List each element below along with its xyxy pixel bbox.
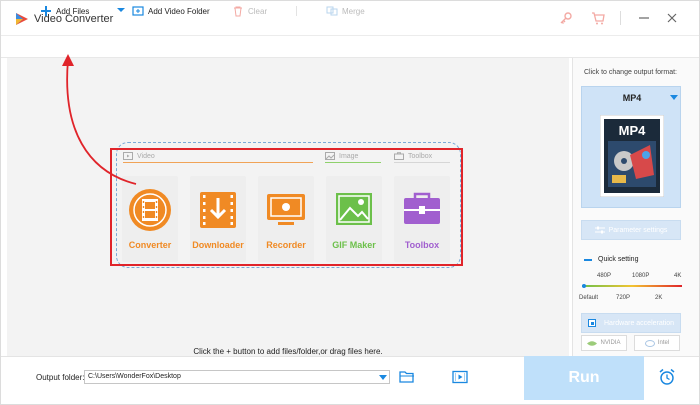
output-format-name: MP4 xyxy=(622,93,642,103)
image-group-icon xyxy=(325,152,335,160)
run-button[interactable]: Run xyxy=(524,356,644,400)
quality-2k: 2K xyxy=(655,295,663,301)
add-files-button[interactable]: Add Files xyxy=(40,3,89,19)
titlebar-separator xyxy=(620,11,621,25)
cart-icon[interactable] xyxy=(590,10,606,26)
hardware-acceleration-checkbox[interactable] xyxy=(588,319,596,327)
group-line-image xyxy=(325,162,381,163)
downloader-label: Downloader xyxy=(192,240,244,250)
mp4-format-icon: MP4 xyxy=(600,115,664,197)
alarm-clock-icon[interactable] xyxy=(658,368,676,386)
toolbox-group-icon xyxy=(394,152,404,160)
quality-720p: 720P xyxy=(616,295,631,301)
hardware-acceleration-label: Hardware acceleration xyxy=(604,319,675,327)
image-icon xyxy=(336,193,372,225)
recorder-tool[interactable]: Recorder xyxy=(258,176,314,262)
plus-icon xyxy=(41,6,51,16)
clear-button[interactable]: Clear xyxy=(232,3,267,19)
settings-sliders-icon xyxy=(594,226,605,234)
add-video-folder-button[interactable]: Add Video Folder xyxy=(132,3,210,19)
intel-icon xyxy=(644,339,655,347)
chevron-down-icon[interactable] xyxy=(379,375,387,381)
minimize-button[interactable] xyxy=(636,10,652,26)
gif-maker-tool[interactable]: GIF Maker xyxy=(326,176,382,262)
intel-label: Intel xyxy=(657,340,670,346)
output-format-selector[interactable]: MP4 MP4 xyxy=(581,86,681,208)
toolbar-separator xyxy=(296,6,297,16)
quality-4k: 4K xyxy=(674,273,682,279)
output-format-prompt: Click to change output format: xyxy=(584,69,677,76)
downloader-tool[interactable]: Downloader xyxy=(190,176,246,262)
converter-label: Converter xyxy=(128,240,172,250)
toolbox-tool[interactable]: Toolbox xyxy=(394,176,450,262)
group-label-image: Image xyxy=(325,152,358,160)
hardware-acceleration-toggle[interactable]: Hardware acceleration xyxy=(581,313,681,333)
group-label-toolbox-text: Toolbox xyxy=(408,152,433,160)
intel-button[interactable]: Intel xyxy=(634,335,680,351)
recorder-label: Recorder xyxy=(266,240,306,250)
merge-button[interactable]: Merge xyxy=(326,3,365,19)
annotation-arrow xyxy=(62,54,137,185)
nvidia-button[interactable]: NVIDIA xyxy=(581,335,627,351)
add-files-dropdown-icon[interactable] xyxy=(116,5,126,15)
group-label-toolbox: Toolbox xyxy=(394,152,432,160)
merge-icon xyxy=(326,6,338,16)
download-icon xyxy=(200,192,236,228)
output-folder-input[interactable]: C:\Users\WonderFox\Desktop xyxy=(84,370,390,384)
add-files-label: Add Files xyxy=(56,6,90,16)
parameter-settings-label: Parameter settings xyxy=(608,226,668,234)
screen-record-icon xyxy=(267,194,305,225)
quality-480p: 480P xyxy=(597,273,612,279)
quick-setting-marker xyxy=(584,258,592,261)
group-label-image-text: Image xyxy=(339,152,359,160)
quality-1080p: 1080P xyxy=(632,273,650,279)
app-logo-icon xyxy=(16,13,28,25)
drop-hint: Click the + button to add files/folder,o… xyxy=(193,347,383,356)
key-icon[interactable] xyxy=(558,10,574,26)
parameter-settings-button[interactable]: Parameter settings xyxy=(581,220,681,240)
nvidia-label: NVIDIA xyxy=(600,340,621,346)
quick-setting-heading: Quick setting xyxy=(584,256,638,263)
mp4-thumb-text: MP4 xyxy=(619,123,647,138)
add-video-folder-label: Add Video Folder xyxy=(148,6,210,16)
output-folder-label: Output folder: xyxy=(36,373,85,382)
output-media-folder-icon[interactable] xyxy=(452,370,468,384)
close-button[interactable] xyxy=(664,10,680,26)
toolbox-label: Toolbox xyxy=(404,240,440,250)
quality-slider[interactable] xyxy=(582,284,682,288)
folder-add-icon xyxy=(132,6,144,16)
group-line-video xyxy=(123,162,313,163)
trash-icon xyxy=(234,6,242,17)
group-line-toolbox xyxy=(394,162,450,163)
gif-maker-label: GIF Maker xyxy=(332,240,376,250)
quality-default: Default xyxy=(579,295,599,301)
quick-setting-label: Quick setting xyxy=(598,256,639,263)
chevron-down-icon xyxy=(670,95,678,100)
nvidia-icon xyxy=(587,340,598,346)
toolbox-icon xyxy=(404,192,440,224)
open-folder-icon[interactable] xyxy=(399,370,415,384)
merge-label: Merge xyxy=(342,6,365,16)
clear-label: Clear xyxy=(248,6,268,16)
